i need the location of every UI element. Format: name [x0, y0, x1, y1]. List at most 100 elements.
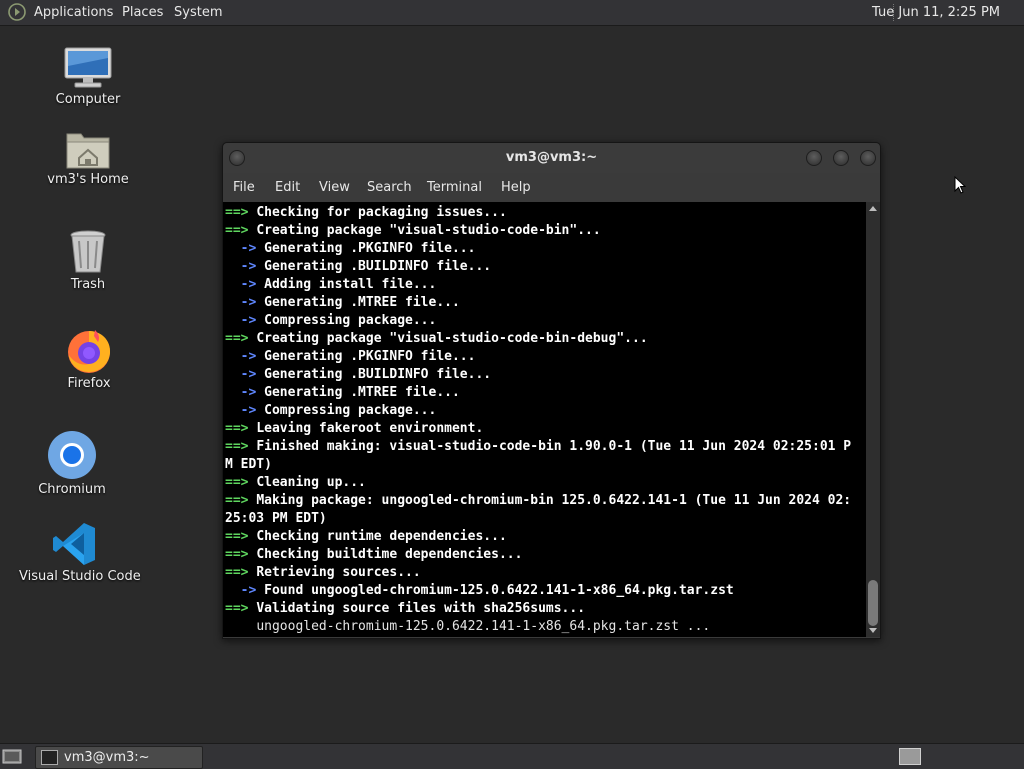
terminal-line-prefix: ==> [225, 475, 257, 490]
terminal-line: ==> Checking for packaging issues... [225, 204, 507, 222]
desktop-icon-home[interactable]: vm3's Home [33, 128, 143, 187]
terminal-line-text: Compressing package... [264, 403, 437, 418]
desktop-icon-label: Computer [55, 92, 121, 107]
terminal-line-text: Cleaning up... [256, 475, 366, 490]
terminal-line: ==> Retrieving sources... [225, 564, 421, 582]
terminal-line: ==> Making package: ungoogled-chromium-b… [225, 492, 851, 510]
bottom-panel: vm3@vm3:~ [0, 743, 1024, 769]
computer-icon [64, 47, 112, 88]
terminal-line: ==> Cleaning up... [225, 474, 366, 492]
desktop-icon-label: Trash [70, 277, 106, 292]
home-folder-icon [66, 133, 110, 169]
menu-search[interactable]: Search [367, 173, 412, 202]
places-menu[interactable]: Places [122, 0, 163, 25]
terminal-line-prefix: -> [225, 367, 265, 382]
terminal-line-text: Checking for packaging issues... [256, 205, 507, 220]
terminal-line: ==> Leaving fakeroot environment. [225, 420, 483, 438]
terminal-line: M EDT) [225, 456, 272, 474]
terminal-line: -> Generating .PKGINFO file... [225, 348, 476, 366]
show-desktop-icon[interactable] [2, 748, 22, 765]
menu-edit[interactable]: Edit [275, 173, 300, 202]
desktop-icon-chromium[interactable]: Chromium [17, 430, 127, 497]
terminal-window[interactable]: vm3@vm3:~ File Edit View Search Terminal… [222, 142, 881, 639]
terminal-line-prefix: ==> [225, 529, 257, 544]
desktop-icon-trash[interactable]: Trash [33, 229, 143, 292]
trash-icon [70, 230, 106, 273]
terminal-line-text: Leaving fakeroot environment. [256, 421, 484, 436]
terminal-line: ==> Checking buildtime dependencies... [225, 546, 522, 564]
scrollbar-thumb[interactable] [868, 580, 878, 626]
terminal-line-text: M EDT) [225, 457, 272, 472]
terminal-line-prefix: -> [225, 313, 265, 328]
scroll-down-arrow-icon[interactable] [869, 628, 877, 633]
menu-help[interactable]: Help [501, 173, 531, 202]
menu-file[interactable]: File [233, 173, 255, 202]
terminal-line-text: Adding install file... [264, 277, 437, 292]
terminal-line-text: Generating .BUILDINFO file... [264, 367, 492, 382]
terminal-line-prefix: ==> [225, 421, 257, 436]
terminal-line: ==> Finished making: visual-studio-code-… [225, 438, 851, 456]
firefox-icon [68, 330, 111, 373]
desktop-icon-computer[interactable]: Computer [33, 46, 143, 107]
terminal-line: ==> Validating source files with sha256s… [225, 600, 585, 618]
terminal-line-prefix: ==> [225, 439, 257, 454]
terminal-line-prefix: -> [225, 259, 265, 274]
terminal-line: -> Generating .MTREE file... [225, 384, 460, 402]
terminal-line-text: Retrieving sources... [256, 565, 421, 580]
taskbar-item-terminal[interactable]: vm3@vm3:~ [35, 746, 203, 769]
terminal-line-text: 25:03 PM EDT) [225, 511, 327, 526]
menu-terminal[interactable]: Terminal [427, 173, 482, 202]
terminal-line-prefix: -> [225, 385, 265, 400]
terminal-line-prefix: ==> [225, 223, 257, 238]
terminal-line-text: Creating package "visual-studio-code-bin… [256, 331, 648, 346]
distro-logo-icon[interactable] [8, 3, 26, 21]
desktop-icon-label: Visual Studio Code [19, 569, 141, 584]
terminal-line-text: Found ungoogled-chromium-125.0.6422.141-… [264, 583, 734, 598]
desktop-icon-vscode[interactable]: Visual Studio Code [19, 521, 141, 584]
terminal-line-text: Checking buildtime dependencies... [256, 547, 523, 562]
terminal-line: -> Generating .BUILDINFO file... [225, 258, 491, 276]
window-title: vm3@vm3:~ [505, 150, 598, 165]
terminal-line-text: Generating .PKGINFO file... [264, 349, 476, 364]
terminal-line-prefix: ==> [225, 601, 257, 616]
terminal-line-text: Creating package "visual-studio-code-bin… [256, 223, 601, 238]
close-button[interactable] [860, 150, 876, 166]
terminal-line: -> Compressing package... [225, 312, 437, 330]
terminal-line: ==> Checking runtime dependencies... [225, 528, 507, 546]
desktop-icon-firefox[interactable]: Firefox [34, 326, 144, 391]
terminal-scrollbar[interactable] [866, 202, 880, 637]
maximize-button[interactable] [833, 150, 849, 166]
applications-menu[interactable]: Applications [34, 0, 113, 25]
terminal-line: -> Adding install file... [225, 276, 437, 294]
terminal-line: ==> Creating package "visual-studio-code… [225, 222, 601, 240]
menu-view[interactable]: View [319, 173, 350, 202]
terminal-icon [41, 750, 58, 765]
terminal-line-text: Validating source files with sha256sums.… [256, 601, 586, 616]
desktop-icon-label: vm3's Home [47, 172, 129, 187]
terminal-line: -> Found ungoogled-chromium-125.0.6422.1… [225, 582, 734, 600]
desktop-icon-label: Chromium [38, 482, 106, 497]
scroll-up-arrow-icon[interactable] [869, 206, 877, 211]
terminal-line: -> Compressing package... [225, 402, 437, 420]
terminal-output[interactable]: ==> Checking for packaging issues... ==> … [223, 202, 866, 637]
terminal-line-text: Generating .PKGINFO file... [264, 241, 476, 256]
terminal-line-text: Generating .MTREE file... [264, 295, 460, 310]
window-titlebar[interactable]: vm3@vm3:~ [223, 143, 880, 173]
system-menu[interactable]: System [174, 0, 222, 25]
terminal-line-prefix: ==> [225, 565, 257, 580]
vscode-icon [53, 523, 95, 565]
terminal-line-text: Generating .BUILDINFO file... [264, 259, 492, 274]
top-panel: Applications Places System Tue Jun 11, 2… [0, 0, 1024, 26]
terminal-line: -> Generating .BUILDINFO file... [225, 366, 491, 384]
terminal-line-prefix: -> [225, 295, 265, 310]
clock[interactable]: Tue Jun 11, 2:25 PM [872, 0, 1000, 25]
minimize-button[interactable] [806, 150, 822, 166]
terminal-line-prefix: -> [225, 277, 265, 292]
terminal-line-text: ungoogled-chromium-125.0.6422.141-1-x86_… [256, 619, 711, 634]
workspace-switcher[interactable] [899, 748, 921, 765]
terminal-line-text: Finished making: visual-studio-code-bin … [256, 439, 852, 454]
chromium-icon [48, 431, 96, 479]
terminal-line-prefix: -> [225, 241, 265, 256]
mouse-cursor-icon [954, 176, 966, 194]
terminal-line: -> Generating .PKGINFO file... [225, 240, 476, 258]
